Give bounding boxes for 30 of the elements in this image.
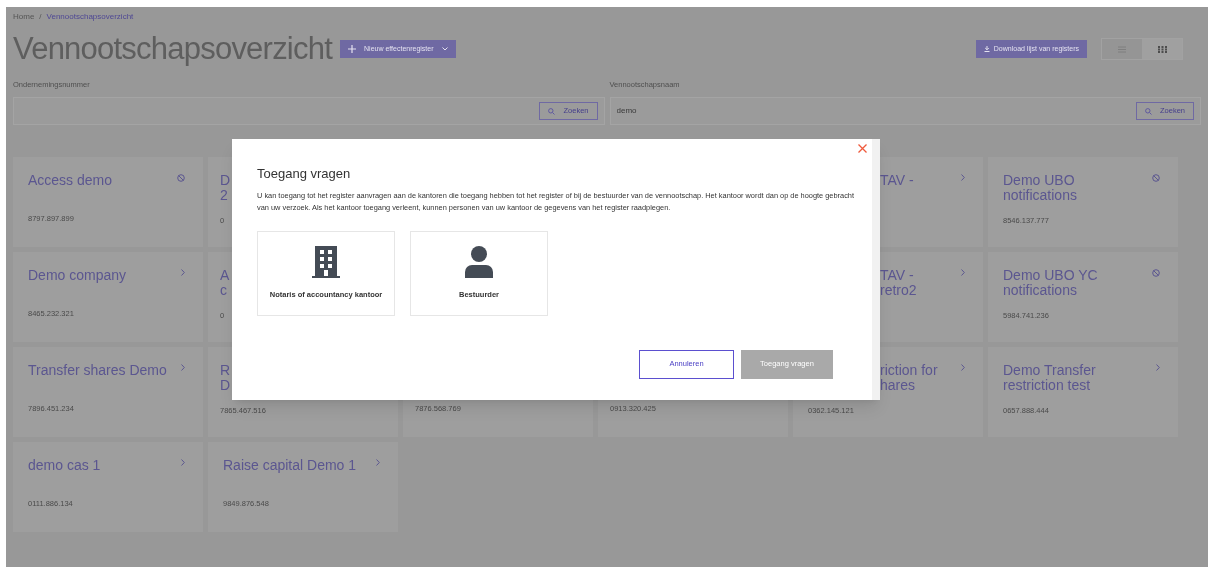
page-title: Vennootschapsoverzicht bbox=[13, 29, 332, 68]
grid-icon bbox=[1157, 45, 1167, 53]
breadcrumb-separator: / bbox=[39, 11, 42, 23]
company-name: Demo UBO notifications bbox=[1003, 173, 1077, 203]
breadcrumb-link[interactable]: Vennootschapsoverzicht bbox=[46, 11, 134, 23]
company-name: demo cas 1 bbox=[28, 458, 101, 473]
caret-icon bbox=[441, 47, 448, 51]
company-name: TAV - retro2 bbox=[880, 268, 917, 298]
company-name: Demo company bbox=[28, 268, 127, 283]
close-button[interactable] bbox=[856, 142, 868, 154]
download-icon bbox=[983, 46, 990, 52]
close-icon bbox=[857, 143, 867, 153]
company-name: A c bbox=[220, 268, 230, 298]
plus-icon bbox=[348, 45, 356, 53]
company-name: Demo Transfer restriction test bbox=[1003, 363, 1096, 393]
company-name: R D bbox=[220, 363, 231, 393]
company-name: Demo UBO YC notifications bbox=[1003, 268, 1098, 298]
company-name: Raise capital Demo 1 bbox=[223, 458, 357, 473]
company-name: D 2 bbox=[220, 173, 231, 203]
building-icon bbox=[312, 245, 340, 278]
dialog-title: Toegang vragen bbox=[257, 165, 352, 183]
person-icon bbox=[465, 245, 493, 278]
search-icon bbox=[548, 107, 556, 115]
search-icon bbox=[1144, 107, 1152, 115]
company-name: Transfer shares Demo bbox=[28, 363, 167, 378]
scrollbar[interactable] bbox=[872, 139, 880, 400]
grid-view-button[interactable] bbox=[1142, 39, 1182, 59]
company-name: riction for hares bbox=[880, 363, 938, 393]
company-name: TAV - bbox=[880, 173, 914, 188]
company-name: Access demo bbox=[28, 173, 113, 188]
